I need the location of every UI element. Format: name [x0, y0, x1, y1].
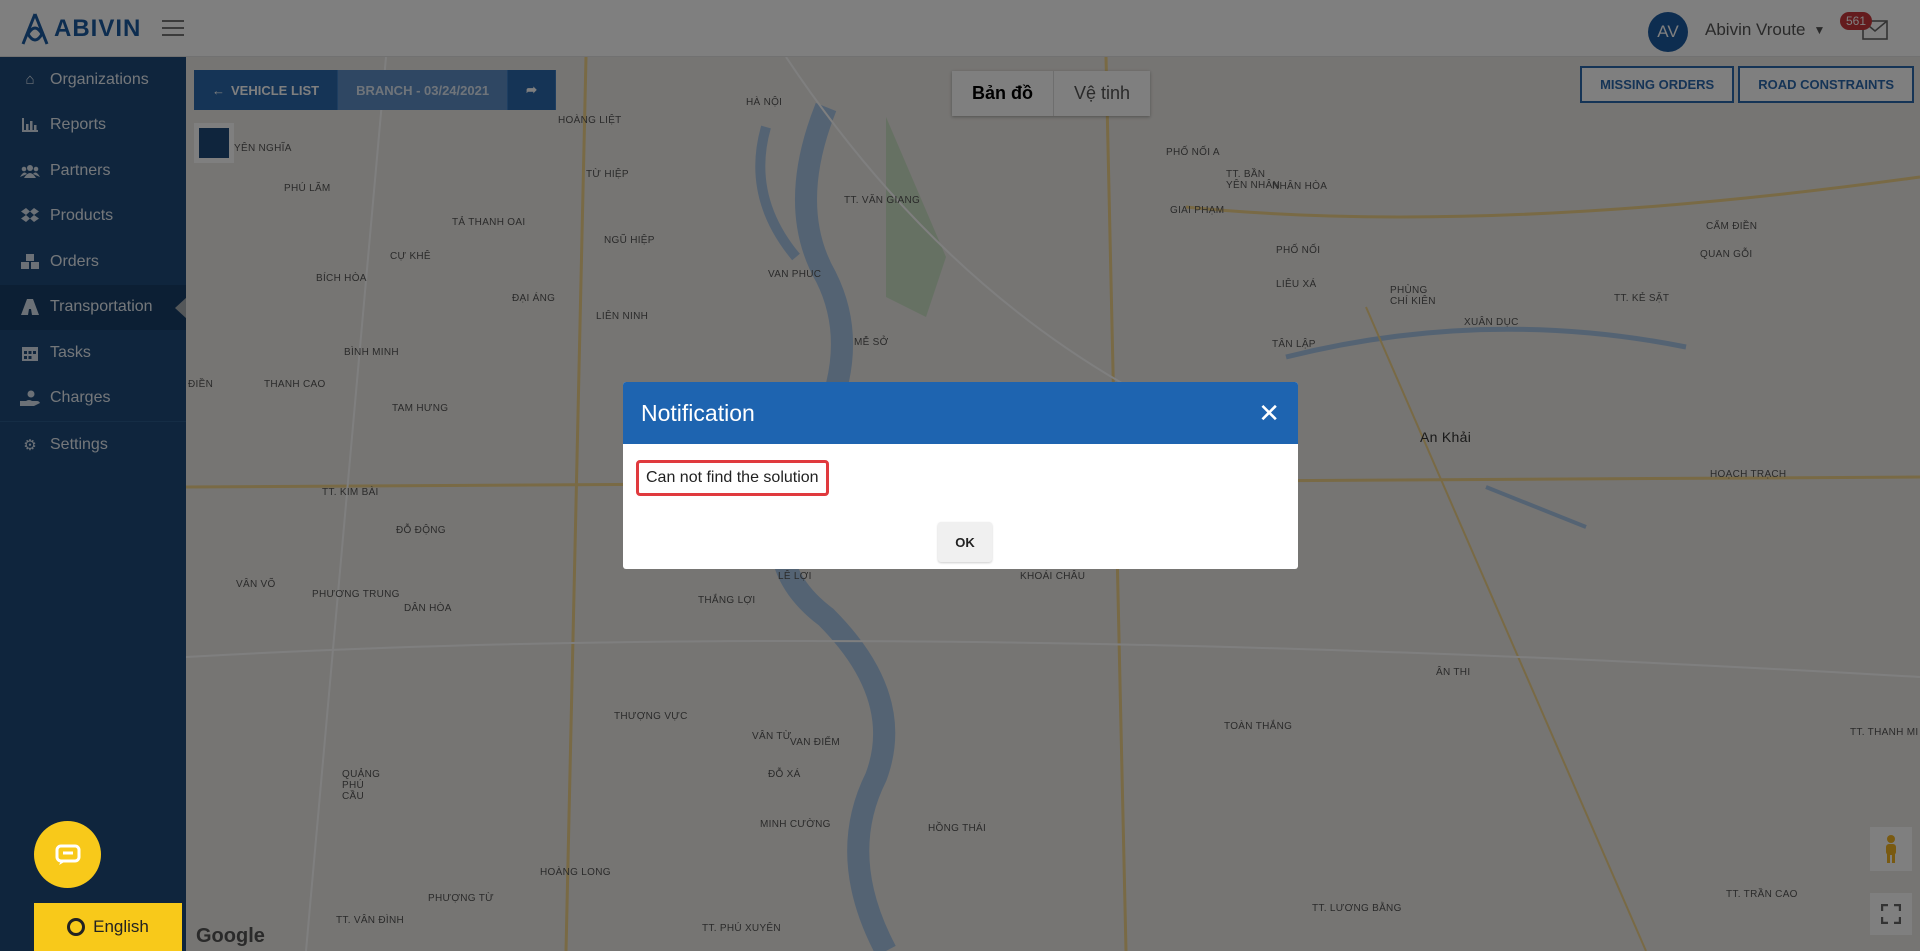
notification-dialog: Notification ✕ Can not find the solution…	[623, 382, 1298, 569]
circle-icon	[67, 918, 86, 936]
close-icon[interactable]: ✕	[1258, 400, 1280, 426]
language-label: English	[93, 917, 149, 936]
language-selector[interactable]: English	[34, 903, 182, 951]
chat-button[interactable]	[34, 821, 101, 888]
dialog-title: Notification	[641, 399, 755, 426]
dialog-header: Notification ✕	[623, 382, 1298, 444]
dialog-message: Can not find the solution	[636, 460, 829, 496]
chat-icon	[55, 844, 80, 865]
ok-button[interactable]: OK	[938, 522, 992, 562]
